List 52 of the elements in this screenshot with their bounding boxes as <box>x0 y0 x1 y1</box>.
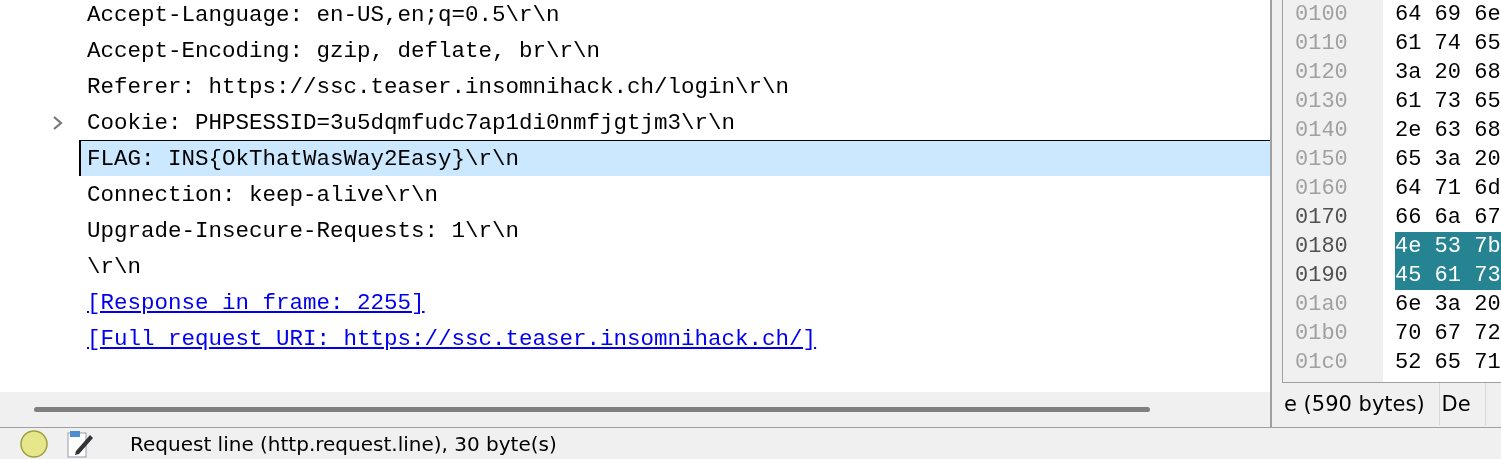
field-text: Accept-Encoding: gzip, deflate, br\r\n <box>87 37 601 64</box>
hex-bytes: 3a 20 68 <box>1395 59 1501 87</box>
bytes-tab[interactable]: e (590 bytes) <box>1282 383 1440 425</box>
tree-row[interactable]: [Full request URI: https://ssc.teaser.insomnihack.ch/] <box>79 320 1270 356</box>
hex-bytes: 64 71 6d <box>1395 175 1501 203</box>
hex-bytes: 64 69 6e <box>1395 1 1501 29</box>
hex-bytes: 6e 3a 20 <box>1395 291 1501 319</box>
chevron-icon[interactable] <box>51 116 63 130</box>
field-text: Referer: https://ssc.teaser.insomnihack.ch/login\r\n <box>87 73 790 100</box>
status-circle-icon[interactable] <box>20 429 48 458</box>
tree-row[interactable]: \r\n <box>79 248 1270 284</box>
byte-offset: 01b0 <box>1295 321 1348 346</box>
scrollbar-thumb[interactable] <box>34 407 1150 412</box>
hex-bytes: 2e 63 68 <box>1395 117 1501 145</box>
hex-bytes: 45 61 73 <box>1395 261 1501 290</box>
status-text: Request line (http.request.line), 30 byte(s) <box>130 431 557 456</box>
byte-offset: 01c0 <box>1295 350 1348 375</box>
byte-offset: 0190 <box>1295 263 1348 288</box>
field-text: Accept-Language: en-US,en;q=0.5\r\n <box>87 1 560 28</box>
tree-row[interactable]: Accept-Encoding: gzip, deflate, br\r\n <box>79 32 1270 68</box>
tree-row[interactable]: Connection: keep-alive\r\n <box>79 176 1270 212</box>
frame-link[interactable]: [Response in frame: 2255] <box>87 289 425 316</box>
byte-offset: 0100 <box>1295 2 1348 27</box>
byte-offset: 0120 <box>1295 60 1348 85</box>
tree-row[interactable]: Referer: https://ssc.teaser.insomnihack.ch/login\r\n <box>79 68 1270 104</box>
field-text: Connection: keep-alive\r\n <box>87 181 439 208</box>
byte-offset: 0170 <box>1295 205 1348 230</box>
hex-bytes: 66 6a 67 <box>1395 204 1501 232</box>
byte-offset: 0180 <box>1295 234 1348 259</box>
tree-row[interactable]: Accept-Language: en-US,en;q=0.5\r\n <box>79 0 1270 32</box>
hex-bytes: 70 67 72 <box>1395 320 1501 348</box>
field-text: FLAG: INS{OkThatWasWay2Easy}\r\n <box>87 145 520 172</box>
hex-bytes: 4e 53 7b <box>1395 232 1501 261</box>
hex-bytes: 61 74 65 <box>1395 30 1501 58</box>
field-text: \r\n <box>87 253 141 280</box>
hex-bytes: 61 73 65 <box>1395 88 1501 116</box>
byte-offset: 0130 <box>1295 89 1348 114</box>
field-text: Cookie: PHPSESSID=3u5dqmfudc7ap1di0nmfjgtjm3\r\n <box>87 109 736 136</box>
tree-row[interactable]: FLAG: INS{OkThatWasWay2Easy}\r\n <box>79 140 1270 176</box>
byte-offset: 01a0 <box>1295 292 1348 317</box>
byte-offset: 0140 <box>1295 118 1348 143</box>
tree-row[interactable]: Upgrade-Insecure-Requests: 1\r\n <box>79 212 1270 248</box>
byte-offset: 0160 <box>1295 176 1348 201</box>
tree-row[interactable]: [Response in frame: 2255] <box>79 284 1270 320</box>
byte-offset: 0110 <box>1295 31 1348 56</box>
field-text: Upgrade-Insecure-Requests: 1\r\n <box>87 217 520 244</box>
frame-link[interactable]: [Full request URI: https://ssc.teaser.insomnihack.ch/] <box>87 325 817 352</box>
tree-row[interactable]: Cookie: PHPSESSID=3u5dqmfudc7ap1di0nmfjgtjm3\r\n <box>79 104 1270 140</box>
byte-offset: 0150 <box>1295 147 1348 172</box>
hex-bytes: 52 65 71 <box>1395 349 1501 377</box>
hex-bytes: 65 3a 20 <box>1395 146 1501 174</box>
edit-icon[interactable] <box>66 428 94 459</box>
